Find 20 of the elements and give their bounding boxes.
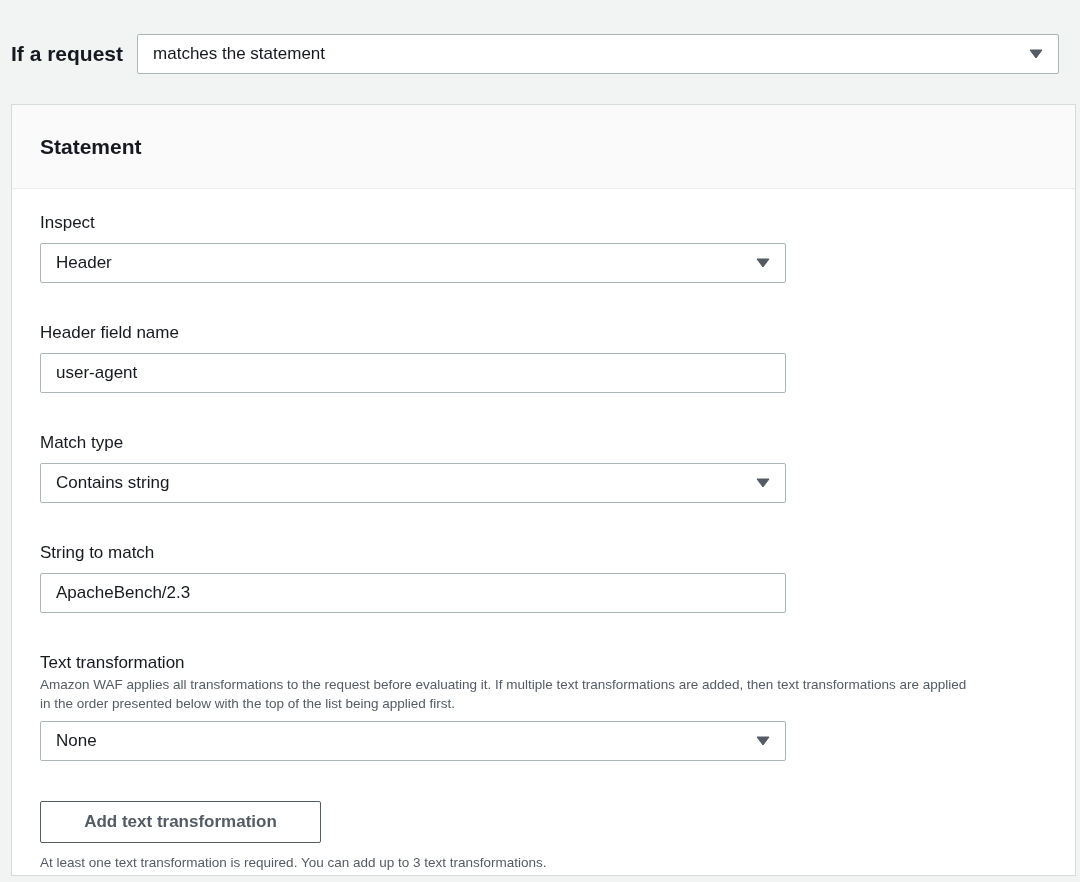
condition-label: If a request xyxy=(11,42,124,66)
caret-down-icon xyxy=(756,478,770,488)
condition-select[interactable]: matches the statement xyxy=(137,34,1060,74)
input-field[interactable]: ApacheBench/2.3 xyxy=(40,573,786,613)
field-label: Inspect xyxy=(40,213,96,233)
select-field[interactable]: None xyxy=(40,721,786,761)
field-label: Text transformation xyxy=(40,653,186,673)
field-label: String to match xyxy=(40,543,156,563)
field-description: Amazon WAF applies all transformations to the request before evaluating it. If multiple text transformations are added, then text transformations are applied in the order presented below with the top of the list being applied first. xyxy=(40,676,968,713)
caret-down-icon xyxy=(756,736,770,746)
field-label: Match type xyxy=(40,433,125,453)
help-note: At least one text transformation is required. You can add up to 3 text transformations. xyxy=(40,855,548,870)
caret-down-icon xyxy=(756,258,770,268)
select-field[interactable]: Contains string xyxy=(40,463,786,503)
add-transformation-button[interactable]: Add text transformation xyxy=(40,801,321,843)
panel-title: Statement xyxy=(40,134,142,159)
caret-down-icon xyxy=(1029,49,1044,59)
select-field[interactable]: Header xyxy=(40,243,786,283)
input-field[interactable]: user-agent xyxy=(40,353,786,393)
field-label: Header field name xyxy=(40,323,180,343)
